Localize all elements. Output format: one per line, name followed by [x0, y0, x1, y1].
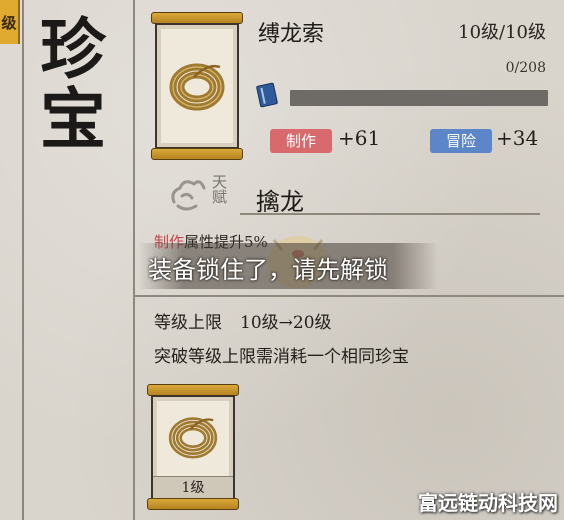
page-title: 珍宝 — [29, 14, 107, 154]
rope-coil-icon — [168, 417, 218, 459]
talent-underline — [240, 213, 540, 215]
side-divider — [22, 0, 24, 520]
breakthrough-requirement: 突破等级上限需消耗一个相同珍宝 — [154, 347, 409, 367]
section-divider — [135, 295, 564, 297]
exp-bar — [290, 90, 548, 106]
craft-stat-value: +61 — [338, 126, 381, 150]
watermark: 富远链动科技网 — [418, 491, 558, 515]
level-cap-label: 等级上限 — [154, 313, 222, 333]
locked-toast-text: 装备锁住了，请先解锁 — [148, 256, 388, 284]
level-cap-to: 20级 — [292, 313, 332, 333]
item-exp: 0/208 — [505, 60, 546, 76]
rope-coil-icon — [169, 63, 225, 111]
adventure-stat-value: +34 — [496, 126, 539, 150]
level-cap-from: 10级 — [240, 313, 279, 333]
scroll-bottom-rod — [147, 498, 239, 510]
side-tab[interactable]: 级 — [0, 0, 20, 44]
craft-stat-badge: 制作 — [270, 129, 332, 153]
item-name: 缚龙索 — [258, 22, 325, 47]
talent-name: 擒龙 — [256, 188, 304, 216]
item-level: 10级/10级 — [458, 22, 546, 43]
talent-label: 天赋 — [210, 174, 228, 204]
scroll-bottom-rod — [151, 148, 243, 160]
item-scroll[interactable] — [151, 12, 243, 160]
vertical-divider — [133, 0, 135, 520]
arrow-right-icon: → — [278, 313, 293, 333]
material-level: 1级 — [153, 476, 233, 498]
scroll-canvas — [155, 23, 239, 149]
adventure-stat-badge: 冒险 — [430, 129, 492, 153]
level-cap-row: 等级上限 10级→20级 — [154, 308, 332, 333]
material-scroll[interactable]: 1级 — [147, 384, 239, 510]
side-tab-label: 级 — [0, 14, 18, 30]
